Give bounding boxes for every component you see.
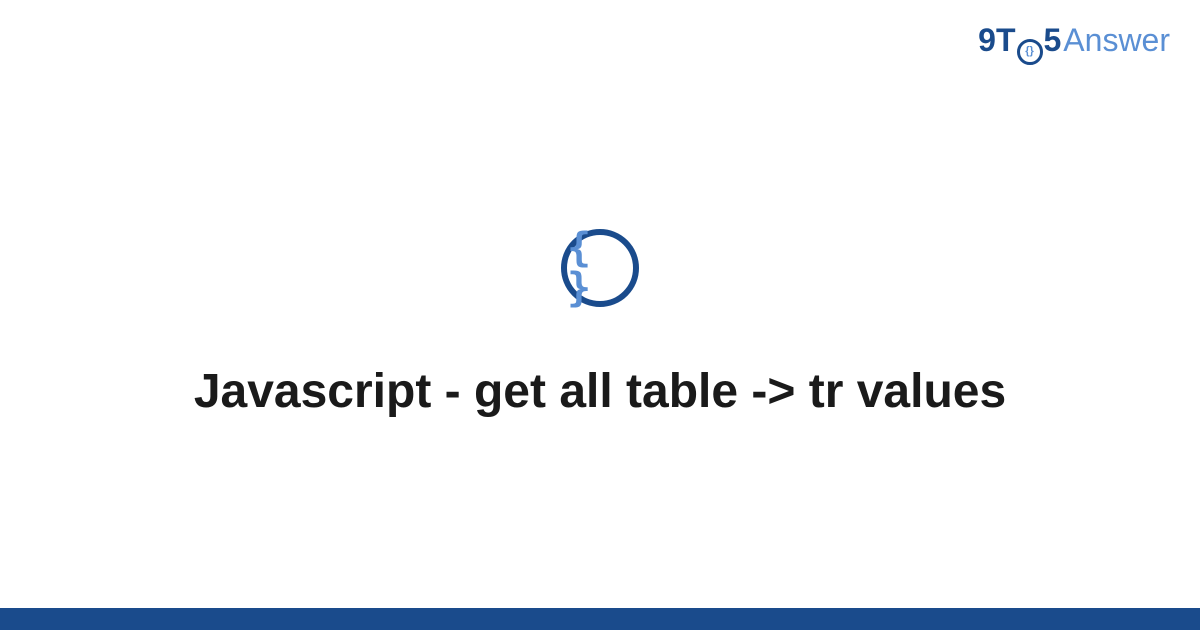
- category-icon-circle: { }: [561, 229, 639, 307]
- footer-accent-bar: [0, 608, 1200, 630]
- code-braces-icon: { }: [567, 228, 633, 308]
- question-title: Javascript - get all table -> tr values: [154, 362, 1046, 422]
- main-content: { } Javascript - get all table -> tr val…: [0, 0, 1200, 630]
